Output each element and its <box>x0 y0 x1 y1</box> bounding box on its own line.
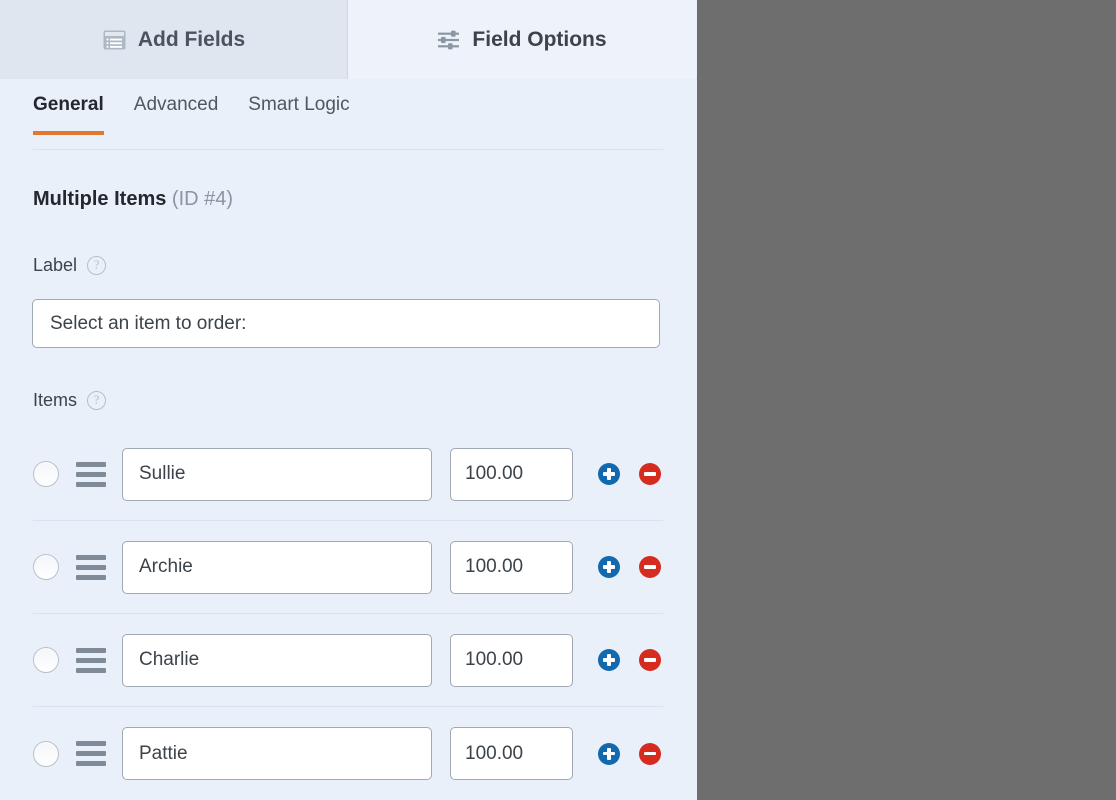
label-field-label-text: Label <box>33 255 78 275</box>
tab-field-options-label: Field Options <box>472 27 607 51</box>
item-price-input[interactable] <box>450 727 573 780</box>
subtab-general[interactable]: General <box>33 94 104 135</box>
tab-add-fields-label: Add Fields <box>137 27 246 51</box>
plus-circle-icon[interactable] <box>598 556 620 578</box>
item-price-input[interactable] <box>450 540 573 594</box>
sliders-icon <box>437 30 460 50</box>
form-fields-icon <box>103 30 126 50</box>
item-default-radio[interactable] <box>33 461 59 487</box>
item-name-input[interactable] <box>122 447 432 501</box>
tab-add-fields[interactable]: Add Fields <box>0 0 348 79</box>
plus-circle-icon[interactable] <box>598 463 620 485</box>
item-default-radio[interactable] <box>33 647 59 673</box>
field-name: Multiple Items <box>33 188 167 210</box>
field-heading: Multiple Items (ID #4) <box>33 188 233 211</box>
minus-circle-icon[interactable] <box>639 556 661 578</box>
help-icon[interactable]: ? <box>87 391 107 410</box>
subtab-smart-logic-label: Smart Logic <box>248 94 350 115</box>
subtab-smart-logic[interactable]: Smart Logic <box>248 94 349 134</box>
item-row <box>33 614 663 707</box>
drag-handle-icon[interactable] <box>76 554 106 580</box>
minus-circle-icon[interactable] <box>639 742 661 765</box>
items-list <box>33 428 663 800</box>
form-preview-backdrop: Order Form Select an item to order: Sull… <box>697 0 1116 800</box>
item-default-radio[interactable] <box>33 740 59 767</box>
tab-field-options[interactable]: Field Options <box>348 0 696 79</box>
item-name-input[interactable] <box>122 727 432 780</box>
field-options-panel: Add Fields Field Options General Advance… <box>0 0 697 800</box>
plus-circle-icon[interactable] <box>598 742 620 765</box>
plus-circle-icon[interactable] <box>598 649 620 671</box>
minus-circle-icon[interactable] <box>639 649 661 671</box>
items-field-label: Items ? <box>33 390 107 411</box>
editor-top-tabs: Add Fields Field Options <box>0 0 697 79</box>
item-name-input[interactable] <box>122 633 432 687</box>
item-price-input[interactable] <box>450 633 573 687</box>
item-row <box>33 428 663 521</box>
help-icon[interactable]: ? <box>87 256 107 275</box>
drag-handle-icon[interactable] <box>76 647 106 673</box>
subtab-general-label: General <box>33 94 104 115</box>
subtab-advanced-label: Advanced <box>133 94 219 115</box>
field-options-subtabs: General Advanced Smart Logic <box>33 94 663 150</box>
subtab-advanced[interactable]: Advanced <box>134 94 219 134</box>
item-row <box>33 521 663 614</box>
item-name-input[interactable] <box>122 540 432 594</box>
item-price-input[interactable] <box>450 447 573 501</box>
drag-handle-icon[interactable] <box>76 461 106 487</box>
item-row <box>33 707 663 800</box>
item-default-radio[interactable] <box>33 554 59 580</box>
field-id: (ID #4) <box>171 188 234 210</box>
minus-circle-icon[interactable] <box>639 463 661 485</box>
label-input[interactable] <box>32 299 660 348</box>
drag-handle-icon[interactable] <box>76 741 106 767</box>
label-field-label: Label ? <box>33 255 107 276</box>
items-field-label-text: Items <box>33 390 78 410</box>
